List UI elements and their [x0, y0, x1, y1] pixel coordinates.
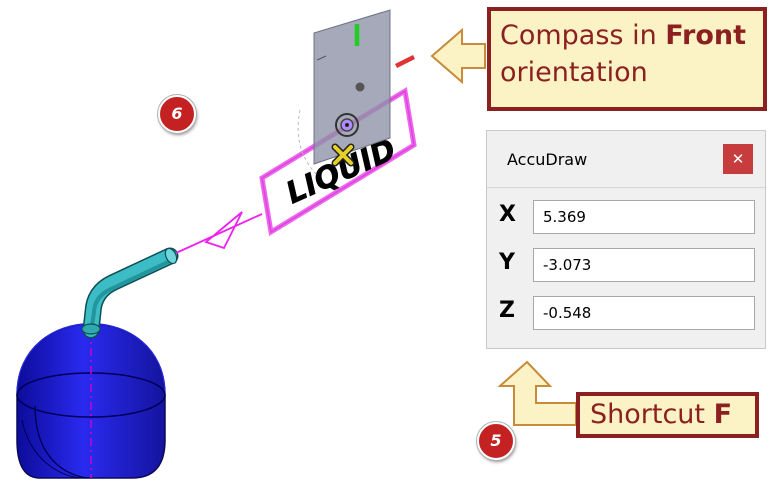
tank-model[interactable]: [16, 323, 166, 479]
step-badge-5: 5: [477, 422, 515, 460]
annotation-leader[interactable]: [175, 211, 263, 254]
compass-origin-dot: [355, 82, 365, 92]
pipe-model[interactable]: [81, 247, 179, 339]
callout-compass-text-1: Compass in: [500, 20, 666, 51]
callout-compass-front: Compass in Front orientation: [487, 7, 767, 111]
z-axis-label: Z: [499, 298, 515, 323]
close-button[interactable]: ✕: [723, 144, 753, 174]
accudraw-row-y: Y: [487, 246, 765, 284]
callout-shortcut-text: Shortcut: [590, 399, 714, 430]
arrow-to-accudraw-icon: [497, 360, 577, 426]
compass-x-axis-tick: [394, 54, 416, 69]
y-axis-label: Y: [499, 250, 515, 275]
accudraw-row-z: Z: [487, 294, 765, 332]
accudraw-titlebar[interactable]: AccuDraw ✕: [487, 131, 765, 187]
callout-shortcut-f: Shortcut F: [576, 392, 759, 438]
accudraw-dialog[interactable]: AccuDraw ✕ X Y Z: [486, 130, 766, 349]
accudraw-row-x: X: [487, 198, 765, 236]
callout-compass-bold: Front: [665, 20, 746, 51]
step-badge-6: 6: [158, 95, 196, 133]
y-value-field[interactable]: [533, 248, 755, 282]
x-value-field[interactable]: [533, 200, 755, 234]
arrow-to-compass-icon: [430, 27, 486, 85]
x-axis-label: X: [499, 202, 516, 227]
divider: [487, 187, 765, 188]
callout-compass-text-2: orientation: [500, 57, 648, 88]
z-value-field[interactable]: [533, 296, 755, 330]
accudraw-title: AccuDraw: [507, 150, 588, 169]
callout-shortcut-key: F: [713, 399, 733, 430]
